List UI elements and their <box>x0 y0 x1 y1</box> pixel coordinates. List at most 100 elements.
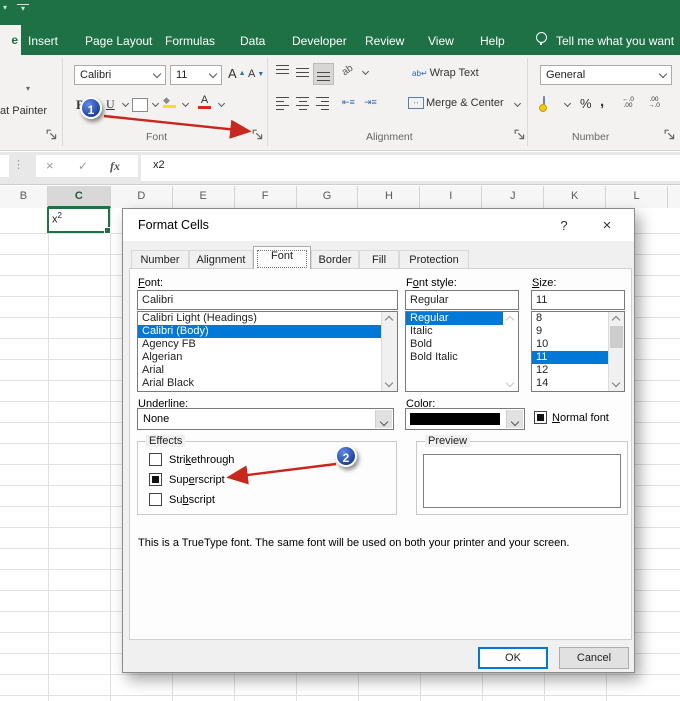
column-header[interactable]: I <box>420 186 483 208</box>
column-header[interactable]: K <box>544 186 607 208</box>
align-top-button[interactable] <box>276 65 289 75</box>
font-list-item[interactable]: Agency FB <box>138 338 397 351</box>
align-center-button[interactable] <box>296 97 309 111</box>
font-list-item[interactable]: Algerian <box>138 351 397 364</box>
font-list-item-selected[interactable]: Calibri (Body) <box>138 325 397 338</box>
scrollbar-thumb[interactable] <box>610 326 623 348</box>
font-color-dropdown-icon[interactable] <box>217 99 226 108</box>
normal-font-checkbox[interactable] <box>534 411 547 424</box>
dialog-title-bar[interactable]: Format Cells ? × <box>123 209 634 241</box>
font-style-item[interactable]: Bold Italic <box>406 351 518 364</box>
name-box-partial[interactable] <box>0 155 9 177</box>
tab-developer[interactable]: Developer <box>288 28 351 55</box>
superscript-checkbox[interactable] <box>149 473 162 486</box>
size-input[interactable]: 11 <box>531 290 625 310</box>
dialog-tab-number[interactable]: Number <box>131 250 189 269</box>
font-style-item[interactable]: Bold <box>406 338 518 351</box>
ok-button[interactable]: OK <box>478 647 548 669</box>
tab-review[interactable]: Review <box>361 28 408 55</box>
align-middle-button[interactable] <box>296 68 309 78</box>
orientation-button[interactable]: ab <box>340 63 355 78</box>
color-dropdown[interactable] <box>405 408 525 430</box>
grow-font-button[interactable]: A ▲ <box>228 66 246 81</box>
wrap-text-button[interactable]: ab↵ Wrap Text <box>412 67 479 79</box>
column-header[interactable]: J <box>482 186 545 208</box>
fill-color-button[interactable]: ◆ <box>163 96 176 108</box>
font-style-scrollbar[interactable] <box>503 312 518 391</box>
font-style-list[interactable]: Regular Italic Bold Bold Italic <box>405 311 519 392</box>
font-dialog-launcher-icon[interactable] <box>252 129 264 141</box>
fill-handle[interactable] <box>104 227 111 234</box>
comma-style-button[interactable]: , <box>600 93 604 110</box>
dialog-close-button[interactable]: × <box>592 215 622 237</box>
merge-center-dropdown-icon[interactable] <box>513 99 522 108</box>
formula-bar-grip-icon[interactable]: ⋮ <box>13 158 24 171</box>
paste-dropdown-icon[interactable]: ▾ <box>26 84 30 93</box>
fill-color-dropdown-icon[interactable] <box>181 99 190 108</box>
insert-function-icon[interactable]: fx <box>110 159 120 174</box>
column-header[interactable]: L <box>606 186 668 208</box>
font-style-item-selected[interactable]: Regular <box>406 312 518 325</box>
merge-center-button[interactable]: ↔ Merge & Center <box>408 97 504 109</box>
alignment-dialog-launcher-icon[interactable] <box>514 129 526 141</box>
tab-help[interactable]: Help <box>476 28 509 55</box>
underline-dropdown[interactable]: None <box>137 408 394 430</box>
borders-button-icon[interactable] <box>132 98 148 112</box>
align-right-button[interactable] <box>316 97 329 111</box>
font-name-combo[interactable]: Calibri <box>74 65 166 85</box>
cancel-button[interactable]: Cancel <box>559 647 629 669</box>
font-style-item[interactable]: Italic <box>406 325 518 338</box>
decrease-indent-icon[interactable]: ⇤≡ <box>342 97 355 108</box>
column-header[interactable]: E <box>173 186 235 208</box>
column-header[interactable]: H <box>358 186 421 208</box>
tab-data[interactable]: Data <box>236 28 269 55</box>
clipboard-dialog-launcher-icon[interactable] <box>46 129 58 141</box>
underline-dropdown-icon[interactable] <box>121 99 130 108</box>
tab-insert[interactable]: Insert <box>24 28 62 55</box>
tab-formulas[interactable]: Formulas <box>161 28 219 55</box>
percent-style-button[interactable]: % <box>580 96 592 111</box>
font-list[interactable]: Calibri Light (Headings) Calibri (Body) … <box>137 311 398 392</box>
dialog-tab-protection[interactable]: Protection <box>399 250 469 269</box>
size-list[interactable]: 8 9 10 11 12 14 <box>531 311 625 392</box>
column-header[interactable]: F <box>235 186 297 208</box>
ribbon-display-options-icon[interactable]: ▾ <box>17 4 29 13</box>
dialog-help-button[interactable]: ? <box>549 215 579 237</box>
number-dialog-launcher-icon[interactable] <box>664 129 676 141</box>
borders-dropdown-icon[interactable] <box>151 99 160 108</box>
strikethrough-checkbox[interactable] <box>149 453 162 466</box>
font-list-item[interactable]: Arial <box>138 364 397 377</box>
font-list-item[interactable]: Calibri Light (Headings) <box>138 312 397 325</box>
font-name-input[interactable]: Calibri <box>137 290 398 310</box>
column-header[interactable] <box>668 186 680 208</box>
tell-me-box[interactable]: Tell me what you want <box>552 28 678 55</box>
tab-page-layout[interactable]: Page Layout <box>81 28 156 55</box>
quick-access-dropdown-icon[interactable]: ▾ <box>3 3 7 12</box>
font-size-combo[interactable]: 11 <box>170 65 222 85</box>
formula-input[interactable]: x2 <box>141 155 680 181</box>
font-color-button[interactable]: A <box>198 95 211 109</box>
format-painter-label-partial[interactable]: at Painter <box>0 105 47 117</box>
dialog-tab-alignment[interactable]: Alignment <box>189 250 253 269</box>
decrease-decimal-button[interactable]: .00 →.0 <box>648 96 660 109</box>
shrink-font-button[interactable]: A ▼ <box>248 68 264 80</box>
increase-indent-icon[interactable]: ⇥≡ <box>364 97 377 108</box>
column-header[interactable]: G <box>297 186 359 208</box>
font-list-scrollbar[interactable] <box>381 312 397 391</box>
align-bottom-button[interactable] <box>313 63 334 85</box>
subscript-checkbox[interactable] <box>149 493 162 506</box>
column-header[interactable]: B <box>0 186 48 208</box>
accounting-dropdown-icon[interactable] <box>563 99 572 108</box>
increase-decimal-button[interactable]: ←.0 .00 <box>622 96 634 109</box>
dialog-tab-font[interactable]: Font <box>253 246 311 269</box>
column-header[interactable]: D <box>111 186 173 208</box>
align-left-button[interactable] <box>276 97 289 111</box>
dialog-tab-border[interactable]: Border <box>311 250 359 269</box>
font-list-item[interactable]: Arial Black <box>138 377 397 390</box>
column-header-selected[interactable]: C <box>47 186 111 208</box>
tab-home-partial[interactable]: e <box>0 25 21 55</box>
cancel-entry-icon[interactable]: × <box>46 158 54 173</box>
confirm-entry-icon[interactable]: ✓ <box>78 159 88 173</box>
dialog-tab-fill[interactable]: Fill <box>359 250 399 269</box>
orientation-dropdown-icon[interactable] <box>361 67 370 76</box>
